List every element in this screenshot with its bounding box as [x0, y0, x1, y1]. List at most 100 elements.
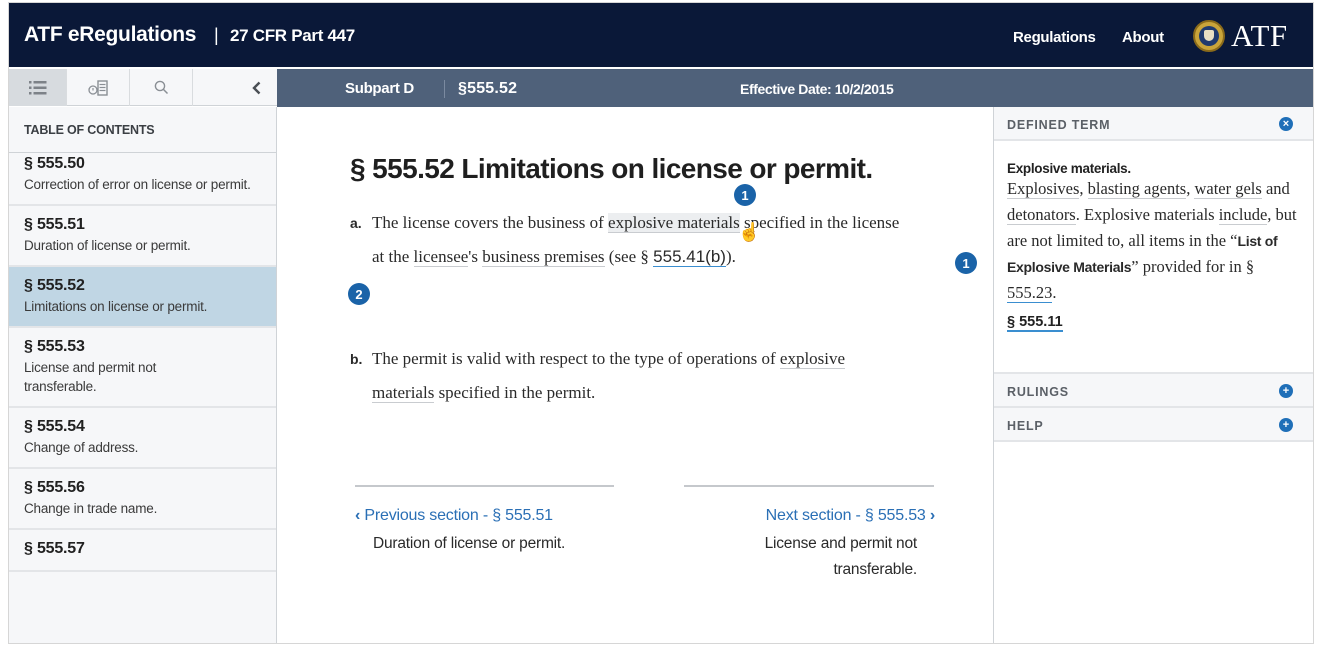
term-link[interactable]: include: [1218, 205, 1268, 225]
close-circle-icon[interactable]: ×: [1279, 117, 1293, 131]
text: specified in the permit.: [434, 383, 596, 402]
section-bar: Subpart D §555.52 Effective Date: 10/2/2…: [277, 69, 1313, 107]
paragraph-text: The permit is valid with respect to the …: [350, 342, 910, 410]
toc-item-title: Correction of error on license or permit…: [24, 177, 251, 192]
history-tab[interactable]: [67, 69, 130, 106]
text: ” provided for in §: [1131, 257, 1255, 276]
regulation-content: § 555.52 Limitations on license or permi…: [277, 107, 993, 643]
effective-date: Effective Date: 10/2/2015: [740, 81, 894, 97]
toc-item-number: § 555.50: [24, 155, 85, 172]
defined-term-header: DEFINED TERM ×: [994, 107, 1313, 141]
chevron-left-icon: ‹: [355, 507, 361, 524]
nav-regulations-link[interactable]: Regulations: [1013, 29, 1096, 46]
toc-item-555-57[interactable]: § 555.57: [9, 530, 276, 572]
help-label: HELP: [1007, 419, 1044, 433]
definition-source-link[interactable]: § 555.11: [1007, 314, 1063, 332]
search-icon: [154, 80, 168, 95]
text: .: [1052, 283, 1057, 302]
list-icon: [28, 80, 46, 94]
sidebar-toolbar: [9, 69, 277, 106]
hand-pointer-cursor-icon: ☝: [738, 222, 761, 242]
help-expander[interactable]: HELP +: [994, 408, 1313, 442]
previous-section-label: Previous section - § 555.51: [364, 507, 553, 524]
toc-item-number: § 555.54: [24, 418, 85, 435]
paragraph-a: a. The license covers the business of ex…: [350, 206, 910, 274]
defined-term-business-premises[interactable]: business premises: [482, 247, 605, 267]
toc-list: § 555.50 Correction of error on license …: [9, 145, 276, 572]
paragraph-text: The license covers the business of explo…: [350, 206, 910, 274]
text: 's: [468, 247, 483, 266]
previous-section-title: Duration of license or permit.: [373, 535, 566, 552]
section-heading: § 555.52 Limitations on license or permi…: [350, 153, 873, 184]
term-link[interactable]: blasting agents: [1087, 179, 1187, 199]
section-bar-divider: [444, 80, 445, 98]
table-of-contents-sidebar: TABLE OF CONTENTS § 555.50 Correction of…: [9, 107, 277, 643]
subpart-label[interactable]: Subpart D: [345, 80, 414, 97]
text: The permit is valid with respect to the …: [372, 349, 780, 368]
toc-item-title: Change of address.: [24, 440, 139, 455]
next-section-link[interactable]: Next section - § 555.53 ›: [766, 507, 936, 525]
next-section-title: License and permit not transferable.: [764, 535, 918, 578]
text: ,: [1079, 179, 1088, 198]
toc-item-number: § 555.51: [24, 216, 85, 233]
citation-link-555-41b[interactable]: 555.41(b): [653, 247, 726, 267]
term-link[interactable]: detonators: [1007, 205, 1076, 225]
toc-item-number: § 555.56: [24, 479, 85, 496]
collapse-sidebar-button[interactable]: [193, 69, 277, 106]
toc-item-555-52[interactable]: § 555.52 Limitations on license or permi…: [9, 267, 276, 328]
top-header: ATF eRegulations | 27 CFR Part 447 Regul…: [9, 3, 1313, 67]
toc-item-title: License and permit not transferable.: [24, 360, 157, 394]
nav-about-link[interactable]: About: [1122, 29, 1164, 46]
toc-item-number: § 555.53: [24, 338, 85, 355]
text: The license covers the business of: [372, 213, 609, 232]
regulation-part-title[interactable]: 27 CFR Part 447: [230, 26, 355, 46]
defined-term-title: Explosive materials.: [1007, 161, 1131, 176]
previous-section-link[interactable]: ‹ Previous section - § 555.51: [355, 507, 553, 525]
chevron-right-icon: ›: [929, 507, 935, 524]
defined-term-explosive-materials[interactable]: explosive materials: [608, 213, 740, 233]
search-tab[interactable]: [130, 69, 193, 106]
term-link[interactable]: Explosives: [1007, 179, 1080, 199]
divider: [684, 485, 934, 487]
app-window: ATF eRegulations | 27 CFR Part 447 Regul…: [8, 2, 1314, 644]
chevron-left-icon: [252, 81, 261, 94]
right-drawer: DEFINED TERM × Explosive materials. Expl…: [993, 107, 1313, 643]
defined-term-definition: Explosives, blasting agents, water gels …: [1007, 176, 1305, 306]
toc-item-title: Limitations on license or permit.: [24, 299, 208, 314]
toc-item-555-50[interactable]: § 555.50 Correction of error on license …: [9, 145, 276, 206]
rulings-expander[interactable]: RULINGS +: [994, 374, 1313, 408]
term-link[interactable]: water gels: [1194, 179, 1262, 199]
toc-item-title: Change in trade name.: [24, 501, 158, 516]
plus-circle-icon[interactable]: +: [1279, 384, 1293, 398]
text: ).: [725, 247, 736, 266]
defined-term-heading: DEFINED TERM: [1007, 118, 1111, 132]
paragraph-label: b.: [350, 351, 363, 367]
brand-separator: |: [214, 25, 219, 45]
toc-item-number: § 555.52: [24, 277, 85, 294]
defined-term-body: Explosive materials. Explosives, blastin…: [994, 141, 1313, 374]
atf-logo-text[interactable]: ATF: [1231, 18, 1288, 54]
atf-seal-icon[interactable]: [1193, 20, 1225, 52]
citation-link-555-23[interactable]: 555.23: [1007, 283, 1053, 303]
defined-term-licensee[interactable]: licensee: [413, 247, 469, 267]
paragraph-b: b. The permit is valid with respect to t…: [350, 342, 910, 410]
toc-item-title: Duration of license or permit.: [24, 238, 191, 253]
rulings-label: RULINGS: [1007, 385, 1069, 399]
annotation-badge-2: 2: [348, 283, 370, 305]
text: . Explosive materials: [1075, 205, 1219, 224]
history-icon: [88, 79, 108, 96]
toc-item-number: § 555.57: [24, 540, 85, 557]
toc-item-555-54[interactable]: § 555.54 Change of address.: [9, 408, 276, 469]
site-brand[interactable]: ATF eRegulations: [24, 23, 196, 47]
current-section-label: §555.52: [458, 80, 518, 97]
divider: [355, 485, 614, 487]
toc-item-555-53[interactable]: § 555.53 License and permit not transfer…: [9, 328, 276, 408]
plus-circle-icon[interactable]: +: [1279, 418, 1293, 432]
toc-tab[interactable]: [9, 69, 67, 106]
annotation-badge-1: 1: [734, 184, 756, 206]
annotation-badge-3: 1: [955, 252, 977, 274]
text: (see §: [604, 247, 654, 266]
paragraph-label: a.: [350, 215, 362, 231]
toc-item-555-51[interactable]: § 555.51 Duration of license or permit.: [9, 206, 276, 267]
toc-item-555-56[interactable]: § 555.56 Change in trade name.: [9, 469, 276, 530]
